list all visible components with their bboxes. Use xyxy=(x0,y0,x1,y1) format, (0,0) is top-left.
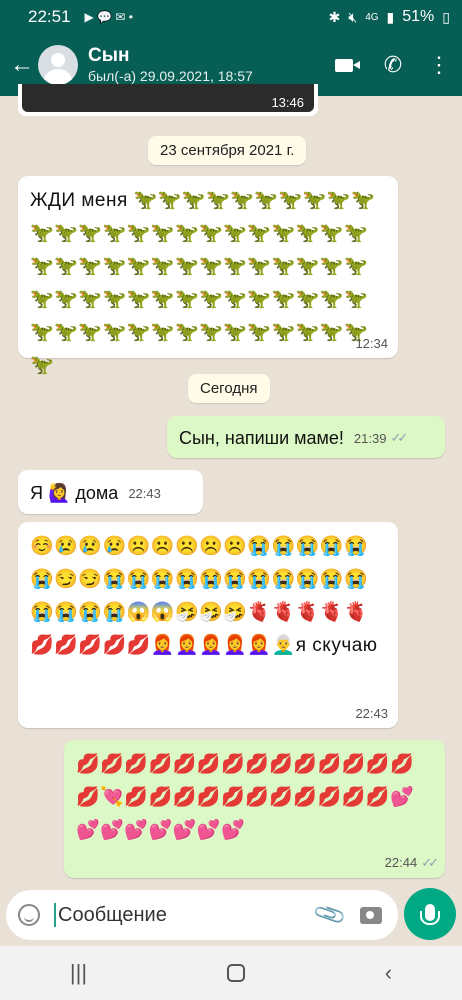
text-caret xyxy=(54,903,56,927)
status-time: 22:51 xyxy=(28,7,71,26)
message-input[interactable]: Сообщение xyxy=(58,904,310,927)
camera-icon[interactable] xyxy=(360,906,382,924)
image-message[interactable]: 13:46 xyxy=(18,84,318,116)
message-time: 22:44 ✓✓ xyxy=(384,855,439,871)
status-bar: 22:51 ▶ 💬 ✉ • ✱ 🔇︎ 4G ▮ 51% ▯ xyxy=(0,0,462,34)
status-right: ✱ 🔇︎ 4G ▮ 51% ▯ xyxy=(329,8,450,26)
bluetooth-icon: ✱ xyxy=(328,8,341,25)
emoji-icon[interactable] xyxy=(18,904,40,926)
message-text: Сын, напиши маме! xyxy=(179,427,344,448)
voice-call-button[interactable]: ✆ xyxy=(370,52,416,78)
incoming-message[interactable]: ☺️😢😢😢☹️☹️☹️☹️☹️😭😭😭😭😭😭😏😏😭😭😭😭😭😭😭😭😭😭😭😭😭😭😭😱😱… xyxy=(18,522,398,728)
contact-info[interactable]: Сын был(-а) 29.09.2021, 18:57 xyxy=(88,45,324,85)
nav-back-button[interactable]: ‹ xyxy=(385,960,392,986)
last-seen: был(-а) 29.09.2021, 18:57 xyxy=(88,68,253,84)
read-ticks-icon: ✓✓ xyxy=(421,855,439,870)
read-ticks-icon: ✓✓ xyxy=(390,430,408,445)
battery-icon: ▯ xyxy=(442,8,450,25)
signal-icon: ▮ xyxy=(386,8,395,25)
incoming-message[interactable]: Я 🙋‍♀️ дома 22:43 xyxy=(18,470,203,514)
home-button[interactable] xyxy=(226,964,245,982)
attach-icon[interactable]: 📎 xyxy=(306,894,354,937)
chat-area[interactable]: 13:46 23 сентября 2021 г. ЖДИ меня 🦖🦖🦖🦖🦖… xyxy=(0,84,462,890)
video-camera-icon xyxy=(335,59,360,72)
message-text: ☺️😢😢😢☹️☹️☹️☹️☹️😭😭😭😭😭😭😏😏😭😭😭😭😭😭😭😭😭😭😭😭😭😭😭😱😱… xyxy=(30,536,378,656)
voice-record-button[interactable] xyxy=(404,888,456,940)
message-time: 22:43 xyxy=(128,485,161,501)
date-chip: Сегодня xyxy=(188,374,270,403)
message-time: 22:43 xyxy=(355,706,388,721)
message-text: ЖДИ меня 🦖🦖🦖🦖🦖🦖🦖🦖🦖🦖🦖🦖🦖🦖🦖🦖🦖🦖🦖🦖🦖🦖🦖🦖🦖🦖🦖🦖🦖🦖🦖… xyxy=(30,190,376,376)
notification-icons: ▶ 💬 ✉ • xyxy=(84,10,133,24)
video-call-button[interactable] xyxy=(324,52,370,78)
back-arrow-icon[interactable]: ← xyxy=(6,51,38,79)
time-label: 22:44 xyxy=(384,855,418,870)
message-text: Я 🙋‍♀️ дома xyxy=(30,482,119,503)
message-time: 21:39 xyxy=(353,430,387,446)
outgoing-message[interactable]: Сын, напиши маме! 21:39 ✓✓ xyxy=(167,416,445,458)
recents-button[interactable]: ||| xyxy=(70,960,87,986)
image-preview[interactable]: 13:46 xyxy=(22,84,314,112)
menu-icon[interactable]: ⋮ xyxy=(416,52,462,78)
contact-avatar[interactable] xyxy=(38,45,78,85)
message-input-bar[interactable]: Сообщение 📎 xyxy=(6,890,398,940)
battery-level: 51% xyxy=(402,8,435,25)
outgoing-message[interactable]: 💋💋💋💋💋💋💋💋💋💋💋💋💋💋💋💘💋💋💋💋💋💋💋💋💋💋💋💕💕💕💕💕💕💕💕 22:4… xyxy=(64,740,445,878)
microphone-icon xyxy=(420,903,440,925)
contact-name: Сын xyxy=(88,45,130,66)
top-bar: 22:51 ▶ 💬 ✉ • ✱ 🔇︎ 4G ▮ 51% ▯ ← Сын был(… xyxy=(0,0,462,96)
message-time: 12:34 xyxy=(355,336,388,351)
date-chip: 23 сентября 2021 г. xyxy=(148,136,307,165)
message-time: 13:46 xyxy=(271,95,304,110)
incoming-message[interactable]: ЖДИ меня 🦖🦖🦖🦖🦖🦖🦖🦖🦖🦖🦖🦖🦖🦖🦖🦖🦖🦖🦖🦖🦖🦖🦖🦖🦖🦖🦖🦖🦖🦖🦖… xyxy=(18,176,398,376)
network-type: 4G xyxy=(365,11,379,23)
mute-icon: 🔇︎ xyxy=(348,8,358,25)
system-nav-bar: ||| ‹ xyxy=(0,946,462,1000)
message-text: 💋💋💋💋💋💋💋💋💋💋💋💋💋💋💋💘💋💋💋💋💋💋💋💋💋💋💋💕💕💕💕💕💕💕💕 xyxy=(76,754,415,841)
